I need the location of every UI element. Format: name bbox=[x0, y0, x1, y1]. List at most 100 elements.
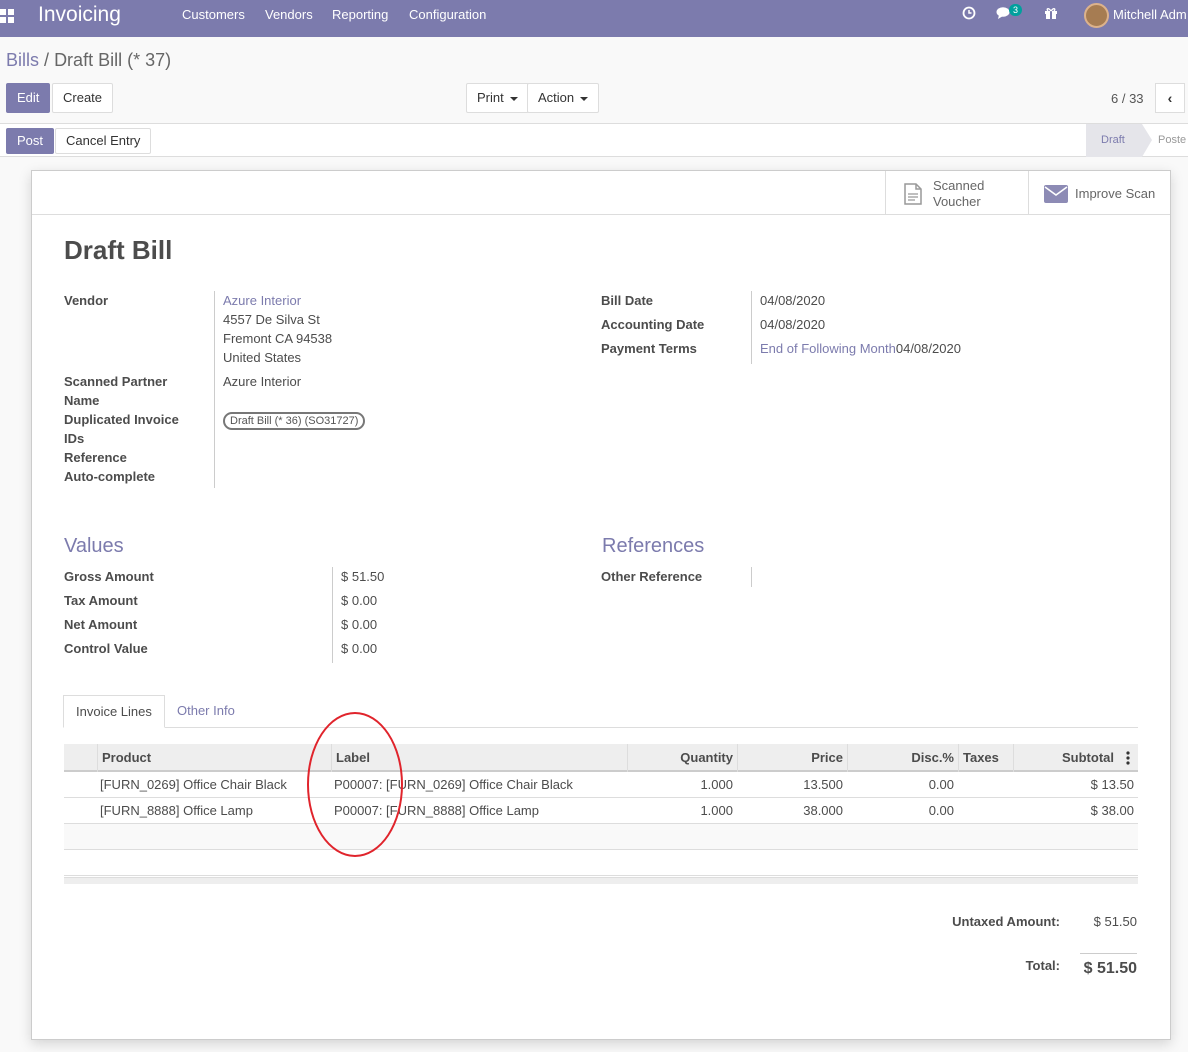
bill-date-label: Bill Date bbox=[601, 293, 654, 308]
scanned-partner-label-line1: Scanned Partner bbox=[64, 374, 168, 389]
page-title: Draft Bill bbox=[64, 235, 173, 265]
payment-terms-link[interactable]: End of Following Month bbox=[760, 341, 896, 356]
column-header-taxes[interactable]: Taxes bbox=[958, 744, 1013, 772]
improve-scan-button[interactable]: Improve Scan bbox=[1028, 171, 1170, 215]
total-label: Total: bbox=[1025, 958, 1060, 973]
vendor-name-link[interactable]: Azure Interior bbox=[223, 291, 301, 310]
net-amount-value: $ 0.00 bbox=[341, 617, 378, 632]
untaxed-amount-value: $ 51.50 bbox=[1093, 914, 1137, 929]
print-label: Print bbox=[477, 90, 504, 105]
cell-label: P00007: [FURN_0269] Office Chair Black bbox=[334, 777, 573, 792]
table-header: Product Label Quantity Price Disc.% Taxe… bbox=[64, 744, 1138, 772]
vendor-address-line3: United States bbox=[223, 350, 302, 365]
edit-button[interactable]: Edit bbox=[6, 83, 51, 113]
cell-product: [FURN_0269] Office Chair Black bbox=[100, 777, 287, 792]
cell-discount: 0.00 bbox=[928, 777, 954, 792]
status-step-draft[interactable]: Draft bbox=[1086, 124, 1152, 157]
improve-scan-label: Improve Scan bbox=[1075, 186, 1156, 201]
duplicated-invoice-label-line1: Duplicated Invoice bbox=[64, 412, 179, 427]
tax-amount-label: Tax Amount bbox=[64, 593, 138, 608]
control-value-value: $ 0.00 bbox=[341, 641, 378, 656]
post-button[interactable]: Post bbox=[6, 128, 55, 154]
references-section-title: References bbox=[602, 535, 705, 557]
status-bar: Post Cancel Entry Draft Poste bbox=[0, 123, 1188, 157]
reference-label: Reference bbox=[64, 450, 127, 465]
pager-previous-icon[interactable]: ‹ bbox=[1155, 83, 1185, 113]
menu-configuration[interactable]: Configuration bbox=[409, 7, 486, 22]
table-footer bbox=[64, 877, 1138, 884]
print-dropdown-button[interactable]: Print bbox=[466, 83, 529, 113]
menu-vendors[interactable]: Vendors bbox=[265, 7, 313, 22]
field-separator bbox=[751, 567, 752, 587]
action-label: Action bbox=[538, 90, 575, 105]
scanned-partner-label-line2: Name bbox=[64, 393, 100, 408]
notebook-tabs: Invoice Lines Other Info bbox=[63, 695, 1138, 728]
column-options-icon[interactable] bbox=[1126, 751, 1130, 768]
other-reference-label: Other Reference bbox=[601, 569, 703, 584]
scanned-voucher-label-line2: Voucher bbox=[933, 194, 981, 209]
cell-quantity: 1.000 bbox=[700, 777, 733, 792]
envelope-icon bbox=[1044, 185, 1068, 206]
caret-down-icon bbox=[580, 96, 589, 101]
vendor-address-line2: Fremont CA 94538 bbox=[223, 331, 333, 346]
cell-product: [FURN_8888] Office Lamp bbox=[100, 803, 253, 818]
status-step-posted[interactable]: Poste bbox=[1158, 124, 1186, 157]
tab-invoice-lines[interactable]: Invoice Lines bbox=[63, 695, 165, 728]
breadcrumb: Bills / Draft Bill (* 37) bbox=[6, 50, 171, 71]
duplicated-invoice-tag[interactable]: Draft Bill (* 36) (SO31727) bbox=[223, 412, 366, 430]
cell-quantity: 1.000 bbox=[700, 803, 733, 818]
action-dropdown-button[interactable]: Action bbox=[527, 83, 600, 113]
clock-icon[interactable] bbox=[962, 6, 976, 23]
scanned-partner-value: Azure Interior bbox=[223, 374, 302, 389]
gross-amount-value: $ 51.50 bbox=[341, 569, 385, 584]
document-icon bbox=[904, 183, 922, 208]
column-header-subtotal[interactable]: Subtotal bbox=[1013, 744, 1118, 772]
untaxed-amount-label: Untaxed Amount: bbox=[952, 914, 1060, 929]
tax-amount-value: $ 0.00 bbox=[341, 593, 378, 608]
column-header-price[interactable]: Price bbox=[737, 744, 847, 772]
autocomplete-label: Auto-complete bbox=[64, 469, 155, 484]
payment-terms-value: End of Following Month04/08/2020 bbox=[760, 339, 961, 358]
gift-icon[interactable] bbox=[1044, 6, 1058, 23]
field-separator bbox=[332, 567, 333, 663]
create-button[interactable]: Create bbox=[52, 83, 114, 113]
tab-other-info[interactable]: Other Info bbox=[165, 695, 247, 728]
gross-amount-label: Gross Amount bbox=[64, 569, 154, 584]
form-sheet: Scanned Voucher Improve Scan Draft Bill … bbox=[31, 170, 1171, 1040]
menu-reporting[interactable]: Reporting bbox=[332, 7, 388, 22]
field-separator bbox=[214, 291, 215, 488]
column-header-product[interactable]: Product bbox=[97, 744, 333, 772]
caret-down-icon bbox=[509, 96, 518, 101]
messages-count-badge: 3 bbox=[1009, 4, 1023, 16]
bill-date-value: 04/08/2020 bbox=[760, 293, 826, 308]
breadcrumb-separator: / bbox=[44, 50, 50, 70]
invoice-lines-table: Product Label Quantity Price Disc.% Taxe… bbox=[64, 744, 1138, 876]
user-name[interactable]: Mitchell Adm bbox=[1113, 7, 1187, 22]
cell-discount: 0.00 bbox=[928, 803, 954, 818]
top-navbar: Invoicing Customers Vendors Reporting Co… bbox=[0, 0, 1188, 37]
user-avatar[interactable] bbox=[1084, 3, 1109, 28]
table-empty-row[interactable] bbox=[64, 824, 1138, 850]
values-section-title: Values bbox=[64, 535, 124, 557]
control-value-label: Control Value bbox=[64, 641, 148, 656]
menu-customers[interactable]: Customers bbox=[182, 7, 245, 22]
accounting-date-label: Accounting Date bbox=[601, 317, 705, 332]
apps-menu-icon[interactable] bbox=[0, 9, 14, 23]
column-header-discount[interactable]: Disc.% bbox=[847, 744, 958, 772]
smart-button-box: Scanned Voucher Improve Scan bbox=[32, 171, 1170, 215]
column-header-label[interactable]: Label bbox=[331, 744, 627, 772]
pager-value[interactable]: 6 / 33 bbox=[1111, 91, 1144, 106]
table-row[interactable]: [FURN_8888] Office Lamp P00007: [FURN_88… bbox=[64, 798, 1138, 824]
payment-terms-date: 04/08/2020 bbox=[895, 341, 961, 356]
breadcrumb-bills-link[interactable]: Bills bbox=[6, 50, 39, 70]
scanned-voucher-button[interactable]: Scanned Voucher bbox=[885, 171, 1028, 215]
table-row[interactable]: [FURN_0269] Office Chair Black P00007: [… bbox=[64, 772, 1138, 798]
column-header-quantity[interactable]: Quantity bbox=[627, 744, 737, 772]
total-value: $ 51.50 bbox=[1080, 953, 1137, 978]
table-empty-row[interactable] bbox=[64, 850, 1138, 876]
cancel-entry-button[interactable]: Cancel Entry bbox=[55, 128, 152, 154]
cell-price: 38.000 bbox=[803, 803, 843, 818]
field-separator bbox=[751, 291, 752, 364]
app-name[interactable]: Invoicing bbox=[38, 3, 121, 27]
breadcrumb-current: Draft Bill (* 37) bbox=[54, 50, 172, 70]
